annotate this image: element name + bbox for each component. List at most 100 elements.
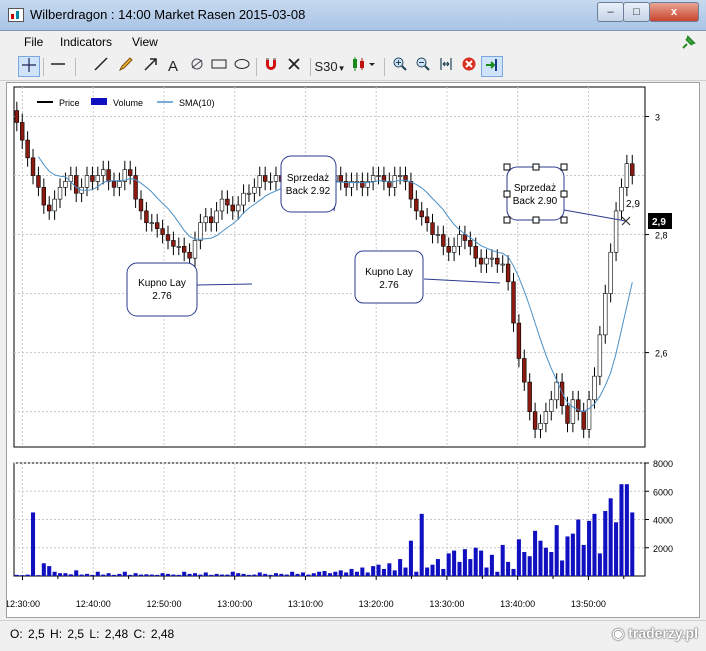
resize-handle[interactable] (560, 163, 568, 171)
window-title: Wilberdragon : 14:00 Market Rasen 2015-0… (30, 7, 306, 22)
candle-style-dropdown[interactable] (350, 56, 378, 77)
chart-svg[interactable]: Price Volume SMA(10) 3 2,8 2,6 2,9 2,9 Kup… (5, 83, 699, 617)
volume-bar (630, 512, 635, 576)
volume-bar (295, 573, 300, 576)
volume-bar (182, 571, 187, 576)
delete-icon[interactable] (283, 56, 305, 77)
rectangle-icon[interactable] (208, 56, 230, 77)
candle (90, 175, 95, 182)
volume-bar (392, 570, 397, 576)
volume-bar (457, 561, 462, 576)
annotation-sprzedaz-1[interactable] (280, 155, 337, 213)
volume-bar (225, 574, 230, 576)
candle (522, 358, 527, 383)
legend-volume-label: Volume (113, 98, 143, 108)
volume-bar (446, 553, 451, 576)
volume-bar (36, 575, 41, 576)
chart-area[interactable]: Price Volume SMA(10) 3 2,8 2,6 2,9 2,9 Kup… (5, 82, 700, 618)
candle (505, 263, 511, 283)
volume-bar (576, 519, 581, 576)
fibonacci-icon[interactable] (186, 56, 208, 77)
candle (419, 210, 424, 218)
ellipse-icon[interactable] (231, 56, 253, 77)
candle (543, 411, 549, 424)
zoom-out-icon[interactable] (412, 56, 434, 77)
text-icon[interactable]: A (162, 56, 184, 77)
top-price-text: 2,9 (626, 199, 640, 210)
resize-handle[interactable] (560, 190, 568, 198)
toolbar: A S30▼ (0, 54, 706, 81)
volume-bar (333, 571, 338, 576)
kupno2-line1: Kupno Lay (365, 267, 413, 278)
candle (408, 181, 414, 200)
pencil-icon[interactable] (115, 56, 137, 77)
volume-bar (587, 520, 592, 576)
sprzedaz2-line1: Sprzedaż (514, 183, 556, 194)
open-value: 2,5 (28, 627, 45, 641)
volume-bar (14, 574, 19, 576)
volume-bar (354, 571, 359, 576)
sprzedaz1-line1: Sprzedaż (287, 173, 329, 184)
candle (511, 281, 516, 324)
minimize-button[interactable]: – (597, 2, 624, 22)
candle (619, 187, 624, 212)
candle (30, 157, 36, 176)
resize-handle[interactable] (560, 216, 568, 224)
volume-bar (452, 550, 457, 576)
volume-bar (209, 574, 214, 576)
resize-handle[interactable] (503, 216, 511, 224)
volume-y-axis: 8000 6000 4000 2000 (645, 459, 673, 554)
candle (155, 222, 160, 229)
fit-icon[interactable] (435, 56, 457, 77)
interval-dropdown[interactable]: S30▼ (314, 56, 346, 77)
x-tick-label: 12:40:00 (76, 599, 111, 609)
zoom-in-icon[interactable] (389, 56, 411, 77)
menu-indicators[interactable]: Indicators (60, 35, 112, 49)
x-tick-label: 12:30:00 (7, 599, 40, 609)
candle (219, 198, 225, 212)
volume-bar (560, 560, 565, 576)
volume-bar (624, 484, 629, 576)
candle (435, 234, 441, 236)
candle (246, 192, 252, 195)
arrow-icon[interactable] (140, 56, 162, 77)
maximize-button[interactable]: □ (623, 2, 650, 22)
close-label: C: (133, 627, 146, 641)
volume-bar (414, 571, 419, 576)
candle (446, 246, 451, 253)
magnet-icon[interactable] (260, 56, 282, 77)
candle (273, 175, 279, 182)
watermark-icon: ◉ (612, 625, 629, 641)
chevron-down-icon: ▼ (337, 64, 346, 73)
crosshair-icon[interactable] (18, 56, 40, 77)
high-value: 2,5 (67, 627, 85, 641)
resize-handle[interactable] (503, 163, 511, 171)
menu-file[interactable]: File (24, 35, 43, 49)
candle (549, 399, 554, 412)
annotation-kupno-1[interactable] (126, 262, 198, 317)
close-button[interactable]: x (649, 2, 699, 22)
low-value: 2,48 (104, 627, 129, 641)
scroll-to-end-icon[interactable] (481, 56, 503, 77)
candle (144, 210, 149, 224)
volume-bar (25, 574, 30, 576)
resize-handle[interactable] (532, 216, 540, 224)
volume-bar (79, 574, 84, 576)
kupno1-line1: Kupno Lay (138, 278, 186, 289)
clear-icon[interactable] (458, 56, 480, 77)
candle (57, 187, 63, 200)
candle (570, 399, 576, 424)
volume-bar (522, 551, 527, 576)
resize-handle[interactable] (503, 190, 511, 198)
menu-bar: File Indicators View (0, 31, 706, 53)
kupno1-line2: 2.76 (152, 291, 172, 302)
low-label: L: (89, 627, 100, 641)
menu-view[interactable]: View (132, 35, 158, 49)
volume-bar (381, 568, 386, 576)
resize-handle[interactable] (532, 163, 540, 171)
trend-line-icon[interactable] (90, 56, 112, 77)
volume-bar (408, 540, 413, 576)
horizontal-line-icon[interactable] (47, 56, 69, 77)
pin-icon[interactable] (680, 35, 696, 51)
candle (527, 381, 532, 412)
